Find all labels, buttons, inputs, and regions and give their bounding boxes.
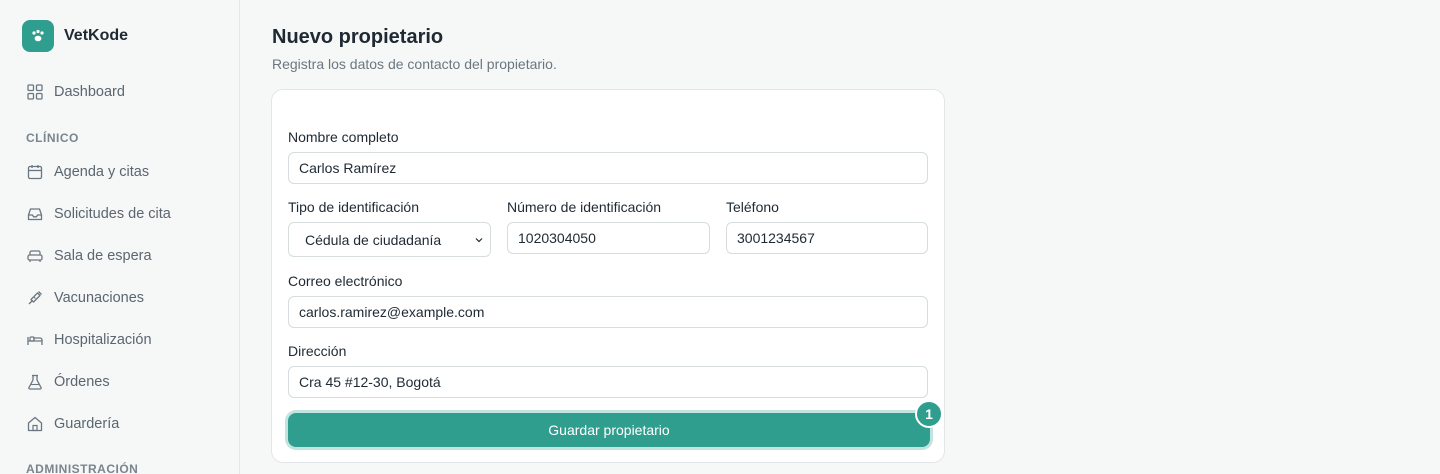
sidebar-item-vacunaciones[interactable]: Vacunaciones — [26, 287, 144, 309]
correo-input[interactable] — [288, 296, 928, 328]
sidebar-item-agenda[interactable]: Agenda y citas — [26, 161, 149, 183]
sidebar-item-label: Agenda y citas — [54, 164, 150, 180]
sofa-icon — [27, 250, 43, 262]
page-subtitle: Registra los datos de contacto del propi… — [272, 56, 557, 72]
nombre-input[interactable] — [288, 152, 928, 184]
sidebar-item-hospitalizacion[interactable]: Hospitalización — [26, 329, 152, 351]
tipo-identificacion-value: Cédula de ciudadanía — [305, 231, 442, 248]
direccion-input[interactable] — [288, 366, 928, 398]
numero-label: Número de identificación — [507, 199, 662, 215]
sidebar-item-label: Órdenes — [54, 374, 110, 390]
brand[interactable]: VetKode — [22, 20, 128, 52]
paw-icon — [22, 20, 54, 52]
direccion-label: Dirección — [288, 343, 347, 359]
telefono-label: Teléfono — [726, 199, 779, 215]
nav-section-administracion: ADMINISTRACIÓN — [26, 462, 139, 474]
sidebar-item-ordenes[interactable]: Órdenes — [26, 371, 110, 393]
home-icon — [27, 416, 43, 432]
sidebar-item-label: Vacunaciones — [54, 290, 145, 306]
main-content: Nuevo propietario Registra los datos de … — [240, 0, 1440, 474]
step-badge: 1 — [915, 400, 943, 428]
sidebar-item-guarderia[interactable]: Guardería — [26, 413, 119, 435]
tipo-identificacion-select[interactable]: Cédula de ciudadanía — [288, 222, 491, 257]
guardar-propietario-button[interactable]: Guardar propietario — [288, 413, 930, 447]
sidebar-item-label: Guardería — [54, 416, 120, 432]
sidebar-item-dashboard[interactable]: Dashboard — [26, 81, 125, 103]
inbox-icon — [27, 208, 43, 221]
numero-identificacion-input[interactable] — [507, 222, 710, 254]
tipo-label: Tipo de identificación — [288, 199, 420, 215]
correo-label: Correo electrónico — [288, 273, 403, 289]
telefono-input[interactable] — [726, 222, 928, 254]
sidebar-item-label: Solicitudes de cita — [54, 206, 171, 222]
page-title: Nuevo propietario — [272, 26, 444, 48]
grid-icon — [27, 84, 43, 100]
flask-icon — [28, 374, 42, 390]
sidebar-item-label: Hospitalización — [54, 332, 152, 348]
calendar-icon — [27, 165, 43, 180]
sidebar: VetKode Dashboard CLÍNICO Agenda y citas… — [0, 0, 240, 474]
syringe-icon — [28, 291, 42, 305]
nombre-label: Nombre completo — [288, 129, 399, 145]
chevron-down-icon — [475, 238, 483, 243]
owner-form-card: Nombre completo Tipo de identificación C… — [271, 89, 945, 463]
brand-name: VetKode — [64, 27, 129, 44]
sidebar-item-label: Dashboard — [54, 84, 125, 100]
bed-icon — [27, 336, 43, 345]
nav-section-clinico: CLÍNICO — [26, 131, 79, 145]
sidebar-item-solicitudes[interactable]: Solicitudes de cita — [26, 203, 171, 225]
sidebar-item-sala-espera[interactable]: Sala de espera — [26, 245, 152, 267]
sidebar-item-label: Sala de espera — [54, 248, 152, 264]
